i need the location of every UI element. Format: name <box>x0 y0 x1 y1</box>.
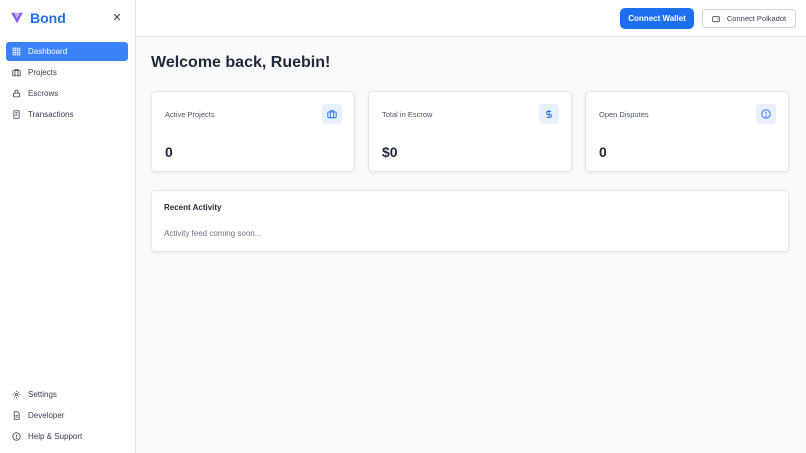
sidebar-item-label: Projects <box>28 68 57 77</box>
connect-polkadot-label: Connect Polkadot <box>726 14 787 23</box>
stat-value: 0 <box>165 144 173 160</box>
stat-icon-box <box>756 104 776 124</box>
gear-icon <box>12 390 21 399</box>
sidebar-item-label: Developer <box>28 411 65 420</box>
close-sidebar-button[interactable]: ✕ <box>110 10 124 24</box>
sidebar-bottom-nav: Settings Developer Help & Support <box>6 385 128 448</box>
brand-name: Bond <box>30 10 66 26</box>
dashboard-grid-icon <box>12 47 21 56</box>
help-circle-icon <box>12 432 21 441</box>
recent-activity-message: Activity feed coming soon... <box>164 229 262 238</box>
sidebar-item-label: Help & Support <box>28 432 83 441</box>
stat-label: Active Projects <box>165 110 215 119</box>
sidebar-item-help-support[interactable]: Help & Support <box>6 427 128 446</box>
lock-icon <box>13 89 20 98</box>
sidebar-item-escrows[interactable]: Escrows <box>6 84 128 103</box>
top-bar: Connect Wallet Connect Polkadot <box>136 0 806 37</box>
alert-circle-icon <box>761 109 771 119</box>
briefcase-icon <box>327 110 337 119</box>
wallet-icon <box>712 15 720 22</box>
close-icon: ✕ <box>112 11 122 24</box>
sidebar-item-dashboard[interactable]: Dashboard <box>6 42 128 61</box>
stat-icon-box <box>322 104 342 124</box>
briefcase-icon <box>12 69 21 77</box>
recent-activity-panel: Recent Activity Activity feed coming soo… <box>151 190 789 252</box>
document-icon <box>13 411 20 420</box>
dollar-icon <box>546 109 552 119</box>
stat-value: 0 <box>599 144 607 160</box>
sidebar-item-transactions[interactable]: Transactions <box>6 105 128 124</box>
sidebar-item-developer[interactable]: Developer <box>6 406 128 425</box>
sidebar-item-settings[interactable]: Settings <box>6 385 128 404</box>
stat-value: $0 <box>382 144 398 160</box>
sidebar-item-projects[interactable]: Projects <box>6 63 128 82</box>
brand[interactable]: Bond <box>10 9 66 27</box>
stat-card-open-disputes: Open Disputes 0 <box>585 91 789 172</box>
stat-card-total-escrow: Total in Escrow $0 <box>368 91 572 172</box>
sidebar-item-label: Escrows <box>28 89 59 98</box>
receipt-icon <box>13 110 20 119</box>
bond-logo-icon <box>11 12 23 24</box>
sidebar-item-label: Dashboard <box>28 47 68 56</box>
sidebar: Bond ✕ Dashboard Projects Escrows Transa… <box>0 0 136 453</box>
connect-polkadot-button[interactable]: Connect Polkadot <box>702 9 796 28</box>
stat-label: Total in Escrow <box>382 110 433 119</box>
sidebar-item-label: Transactions <box>28 110 74 119</box>
stat-label: Open Disputes <box>599 110 649 119</box>
sidebar-nav: Dashboard Projects Escrows Transactions <box>6 42 128 126</box>
sidebar-item-label: Settings <box>28 390 57 399</box>
stat-icon-box <box>539 104 559 124</box>
connect-wallet-button[interactable]: Connect Wallet <box>620 8 694 29</box>
stat-card-active-projects: Active Projects 0 <box>151 91 355 172</box>
recent-activity-title: Recent Activity <box>164 203 222 212</box>
page-title: Welcome back, Ruebin! <box>151 54 331 71</box>
